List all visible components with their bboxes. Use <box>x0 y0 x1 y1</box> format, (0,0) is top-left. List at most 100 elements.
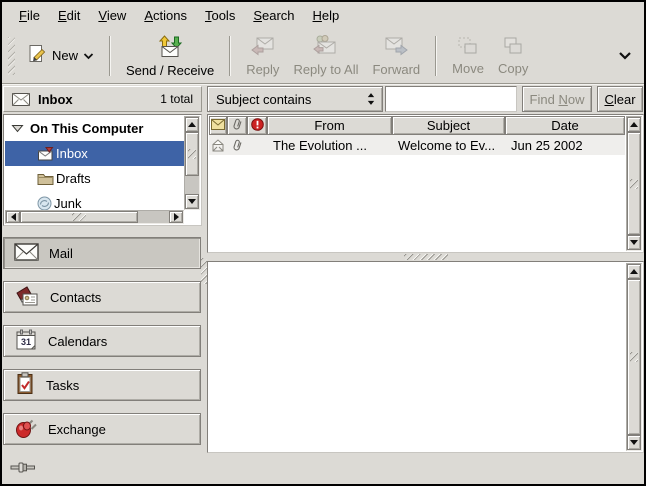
evolution-main-window: File Edit View Actions Tools Search Help… <box>0 0 646 486</box>
scroll-left-button[interactable] <box>6 211 20 223</box>
toolbar-overflow-chevron-icon[interactable] <box>618 48 632 63</box>
clear-button[interactable]: Clear <box>597 86 643 112</box>
message-rows: The Evolution ... Welcome to Ev... Jun 2… <box>209 135 625 251</box>
search-scope-value: Subject contains <box>216 92 311 107</box>
tree-item-inbox[interactable]: Inbox <box>5 141 184 166</box>
message-row[interactable]: The Evolution ... Welcome to Ev... Jun 2… <box>209 135 625 155</box>
scroll-down-button[interactable] <box>627 435 641 450</box>
toolbar-drag-handle[interactable] <box>8 37 15 75</box>
column-subject[interactable]: Subject <box>392 116 505 135</box>
column-attachment[interactable] <box>227 116 247 135</box>
scroll-down-button[interactable] <box>627 235 641 250</box>
menubar: File Edit View Actions Tools Search Help <box>2 2 644 28</box>
read-message-icon <box>209 139 227 152</box>
find-now-button[interactable]: Find Now <box>522 86 592 112</box>
menu-view[interactable]: View <box>89 5 135 26</box>
preview-splitter[interactable] <box>207 253 644 261</box>
message-list-header: From Subject Date <box>209 116 625 135</box>
menu-file[interactable]: File <box>10 5 49 26</box>
scrollbar-trough[interactable] <box>185 176 199 194</box>
scrollbar-thumb[interactable] <box>627 132 641 235</box>
scroll-down-button[interactable] <box>185 194 199 209</box>
scroll-up-button[interactable] <box>627 117 641 132</box>
copy-button[interactable]: Copy <box>491 31 535 81</box>
scrollbar-trough[interactable] <box>138 211 169 223</box>
arrow-up-icon <box>630 265 638 274</box>
reply-to-all-label: Reply to All <box>293 62 358 77</box>
tree-root-label: On This Computer <box>30 121 143 136</box>
tree-item-on-this-computer[interactable]: On This Computer <box>5 116 184 141</box>
scroll-up-button[interactable] <box>627 264 641 279</box>
switcher-contacts-button[interactable]: Contacts <box>3 281 201 313</box>
toolbar: New Send / Receive <box>2 28 644 84</box>
online-status-icon[interactable] <box>10 461 40 477</box>
calendars-icon: 31 <box>14 329 38 354</box>
column-message-status[interactable] <box>209 116 227 135</box>
preview-pane[interactable] <box>207 261 644 453</box>
scroll-right-button[interactable] <box>169 211 183 223</box>
move-button[interactable]: Move <box>445 31 491 81</box>
menu-search[interactable]: Search <box>244 5 303 26</box>
thumb-grip <box>630 179 638 189</box>
mail-icon <box>14 243 39 264</box>
column-date[interactable]: Date <box>505 116 625 135</box>
search-input[interactable] <box>385 86 517 112</box>
search-scope-dropdown[interactable]: Subject contains <box>207 86 383 112</box>
reply-button[interactable]: Reply <box>239 31 286 81</box>
expander-icon[interactable] <box>11 121 24 136</box>
contacts-icon <box>14 285 40 310</box>
switcher-calendars-button[interactable]: 31 Calendars <box>3 325 201 357</box>
send-receive-icon <box>156 34 184 61</box>
menu-edit[interactable]: Edit <box>49 5 89 26</box>
tree-item-junk[interactable]: Junk <box>5 191 184 210</box>
drafts-folder-icon <box>37 172 54 185</box>
message-status-column-icon <box>211 118 225 133</box>
forward-icon <box>383 35 409 60</box>
scrollbar-thumb[interactable] <box>20 211 138 223</box>
attachment-icon <box>227 138 247 152</box>
column-from[interactable]: From <box>267 116 392 135</box>
attachment-column-icon <box>231 117 244 134</box>
switcher-mail-button[interactable]: Mail <box>3 237 201 269</box>
arrow-left-icon <box>7 213 16 221</box>
forward-button[interactable]: Forward <box>365 31 427 81</box>
preview-pane-scrollbar[interactable] <box>626 263 642 451</box>
switcher-label: Contacts <box>50 290 101 305</box>
reply-to-all-icon <box>312 35 340 60</box>
message-list-scrollbar[interactable] <box>626 116 642 251</box>
new-button[interactable]: New <box>20 31 101 81</box>
send-receive-label: Send / Receive <box>126 63 214 78</box>
send-receive-button[interactable]: Send / Receive <box>119 31 221 81</box>
move-icon <box>457 36 479 59</box>
folder-tree-rows: On This Computer Inbox <box>5 116 184 210</box>
column-priority[interactable] <box>247 116 267 135</box>
switcher-label: Mail <box>49 246 73 261</box>
switcher-label: Calendars <box>48 334 107 349</box>
toolbar-separator <box>229 36 231 76</box>
forward-label: Forward <box>372 62 420 77</box>
scrollbar-thumb[interactable] <box>185 132 199 176</box>
arrow-up-icon <box>630 118 638 127</box>
message-list: From Subject Date The <box>207 114 644 253</box>
reply-label: Reply <box>246 62 279 77</box>
switcher-exchange-button[interactable]: Exchange <box>3 413 201 445</box>
message-subject: Welcome to Ev... <box>392 138 505 153</box>
reply-to-all-button[interactable]: Reply to All <box>286 31 365 81</box>
message-date: Jun 25 2002 <box>505 138 625 153</box>
thumb-grip <box>72 213 86 221</box>
copy-icon <box>502 36 524 59</box>
new-dropdown-chevron-icon[interactable] <box>83 48 94 63</box>
scroll-up-button[interactable] <box>185 117 199 132</box>
folder-tree-horizontal-scrollbar[interactable] <box>5 210 184 224</box>
menu-tools[interactable]: Tools <box>196 5 244 26</box>
menu-help[interactable]: Help <box>304 5 349 26</box>
scrollbar-thumb[interactable] <box>627 279 641 435</box>
tree-item-drafts[interactable]: Drafts <box>5 166 184 191</box>
folder-tree-vertical-scrollbar[interactable] <box>184 116 200 210</box>
tree-item-label: Junk <box>54 196 81 210</box>
toolbar-separator <box>109 36 111 76</box>
switcher-tasks-button[interactable]: Tasks <box>3 369 201 401</box>
menu-actions[interactable]: Actions <box>135 5 196 26</box>
move-label: Move <box>452 61 484 76</box>
tree-item-label: Inbox <box>56 146 88 161</box>
